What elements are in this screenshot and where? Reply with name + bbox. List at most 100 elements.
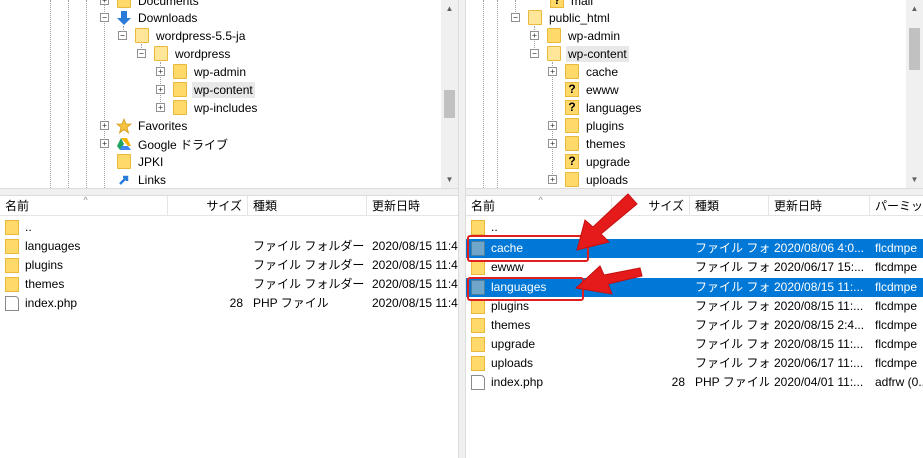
tree-node-upgrade[interactable]: ? upgrade (564, 153, 632, 171)
expand-toggle[interactable]: + (156, 67, 165, 76)
tree-node-favorites[interactable]: + Favorites (100, 117, 189, 135)
column-header-type[interactable]: 種類 (248, 196, 367, 216)
pane-splitter-vertical[interactable] (458, 0, 466, 458)
expand-toggle[interactable]: + (548, 175, 557, 184)
list-item[interactable]: index.php 28 PHP ファイル 2020/08/15 11:4 (0, 294, 458, 313)
list-item[interactable]: .. (0, 218, 458, 237)
column-header-permissions[interactable]: パーミッショ (870, 196, 923, 216)
tree-node-label: wp-admin (194, 65, 247, 79)
pane-splitter-left[interactable] (0, 188, 458, 196)
folder-icon (5, 277, 19, 292)
list-item[interactable]: languages ファイル フォルダー 2020/08/15 11:4 (0, 237, 458, 256)
tree-scrollbar[interactable]: ▲ ▼ (906, 0, 923, 188)
tree-node-ewww[interactable]: ? ewww (564, 81, 621, 99)
expand-toggle[interactable]: + (548, 121, 557, 130)
tree-node-wordpress[interactable]: − wordpress (137, 45, 232, 63)
unknown-folder-icon: ? (564, 100, 580, 116)
tree-node-label: wordpress (175, 47, 231, 61)
tree-node-label: Documents (138, 0, 199, 8)
tree-node-wordpress-5.5-ja[interactable]: − wordpress-5.5-ja (118, 27, 247, 45)
tree-node-google-drive[interactable]: + Google ドライブ (100, 135, 230, 153)
folder-icon (471, 220, 485, 235)
tree-node-label: public_html (549, 11, 610, 25)
expand-toggle[interactable]: + (156, 85, 165, 94)
tree-node-uploads[interactable]: + uploads (548, 171, 630, 188)
folder-icon (471, 299, 485, 314)
folder-icon (471, 356, 485, 371)
folder-icon (5, 239, 19, 254)
folder-icon (564, 136, 580, 152)
collapse-toggle[interactable]: − (137, 49, 146, 58)
red-arrow-icon (574, 265, 643, 295)
tree-node-label: cache (586, 65, 619, 79)
remote-directory-tree[interactable]: ? mail − public_html + wp-admin − wp-con… (466, 0, 923, 188)
tree-node-jpki[interactable]: JPKI (116, 153, 165, 171)
pane-splitter-right[interactable] (466, 188, 923, 196)
tree-node-label: themes (586, 137, 626, 151)
tree-node-label: Links (138, 173, 167, 187)
expand-toggle[interactable]: + (156, 103, 165, 112)
column-header-name[interactable]: ^ 名前 (0, 196, 168, 216)
tree-node-label: mail (571, 0, 594, 8)
tree-node-label: ewww (586, 83, 619, 97)
tree-node-plugins[interactable]: + plugins (548, 117, 626, 135)
collapse-toggle[interactable]: − (530, 49, 539, 58)
tree-node-themes[interactable]: + themes (548, 135, 627, 153)
sort-ascending-icon: ^ (83, 196, 88, 205)
tree-node-wp-admin[interactable]: + wp-admin (156, 63, 248, 81)
tree-node-languages[interactable]: ? languages (564, 99, 643, 117)
scroll-down-icon[interactable]: ▼ (441, 171, 458, 188)
collapse-toggle[interactable]: − (100, 13, 109, 22)
tree-node-downloads[interactable]: − Downloads (100, 9, 199, 27)
list-item[interactable]: index.php 28 PHP ファイル 2020/04/01 11:... … (466, 373, 923, 392)
list-item[interactable]: uploads ファイル フォ... 2020/06/17 11:... flc… (466, 354, 923, 373)
scroll-down-icon[interactable]: ▼ (906, 171, 923, 188)
red-arrow-icon (576, 193, 638, 251)
tree-node-wp-admin[interactable]: + wp-admin (530, 27, 622, 45)
expand-toggle[interactable]: + (100, 0, 109, 5)
list-item[interactable]: themes ファイル フォルダー 2020/08/15 11:4 (0, 275, 458, 294)
list-item[interactable]: plugins ファイル フォルダー 2020/08/15 11:4 (0, 256, 458, 275)
tree-node-links[interactable]: Links (116, 171, 168, 188)
list-item[interactable]: upgrade ファイル フォ... 2020/08/15 11:... flc… (466, 335, 923, 354)
tree-node-label: wp-content (192, 82, 255, 98)
folder-icon (5, 220, 19, 235)
tree-node-wp-content[interactable]: + wp-content (156, 81, 255, 99)
tree-node-wp-includes[interactable]: + wp-includes (156, 99, 259, 117)
list-item[interactable]: themes ファイル フォ... 2020/08/15 2:4... flcd… (466, 316, 923, 335)
tree-node-label: Favorites (138, 119, 188, 133)
column-header-modified[interactable]: 更新日時 (367, 196, 458, 216)
expand-toggle[interactable]: + (530, 31, 539, 40)
scroll-up-icon[interactable]: ▲ (441, 0, 458, 17)
expand-toggle[interactable]: + (548, 67, 557, 76)
scroll-thumb[interactable] (909, 28, 920, 70)
collapse-toggle[interactable]: − (118, 31, 127, 40)
collapse-toggle[interactable]: − (511, 13, 520, 22)
column-header-size[interactable]: サイズ (168, 196, 248, 216)
tree-node-cache[interactable]: + cache (548, 63, 620, 81)
tree-scrollbar[interactable]: ▲ ▼ (441, 0, 458, 188)
tree-node-label: languages (586, 101, 642, 115)
link-icon (116, 172, 132, 188)
tree-node-label: wordpress-5.5-ja (156, 29, 246, 43)
file-icon (5, 296, 19, 311)
tree-node-label: upgrade (586, 155, 631, 169)
list-header: ^ 名前 サイズ 種類 更新日時 (0, 196, 458, 216)
tree-node-label: Downloads (138, 11, 198, 25)
folder-icon (116, 0, 132, 9)
google-drive-icon (116, 136, 132, 152)
column-header-modified[interactable]: 更新日時 (769, 196, 870, 216)
list-header: ^ 名前 サイズ 種類 更新日時 パーミッショ (466, 196, 923, 216)
tree-node-public_html[interactable]: − public_html (511, 9, 612, 27)
tree-node-wp-content[interactable]: − wp-content (530, 45, 629, 63)
scroll-thumb[interactable] (444, 90, 455, 118)
local-file-list[interactable]: ^ 名前 サイズ 種類 更新日時 .. languages ファイル フォルダー… (0, 196, 458, 458)
expand-toggle[interactable]: + (548, 139, 557, 148)
folder-icon (564, 172, 580, 188)
expand-toggle[interactable]: + (100, 121, 109, 130)
local-directory-tree[interactable]: + Documents − Downloads − wordpress-5.5-… (0, 0, 458, 188)
expand-toggle[interactable]: + (100, 139, 109, 148)
unknown-folder-icon: ? (564, 154, 580, 170)
scroll-up-icon[interactable]: ▲ (906, 0, 923, 17)
column-header-type[interactable]: 種類 (690, 196, 769, 216)
